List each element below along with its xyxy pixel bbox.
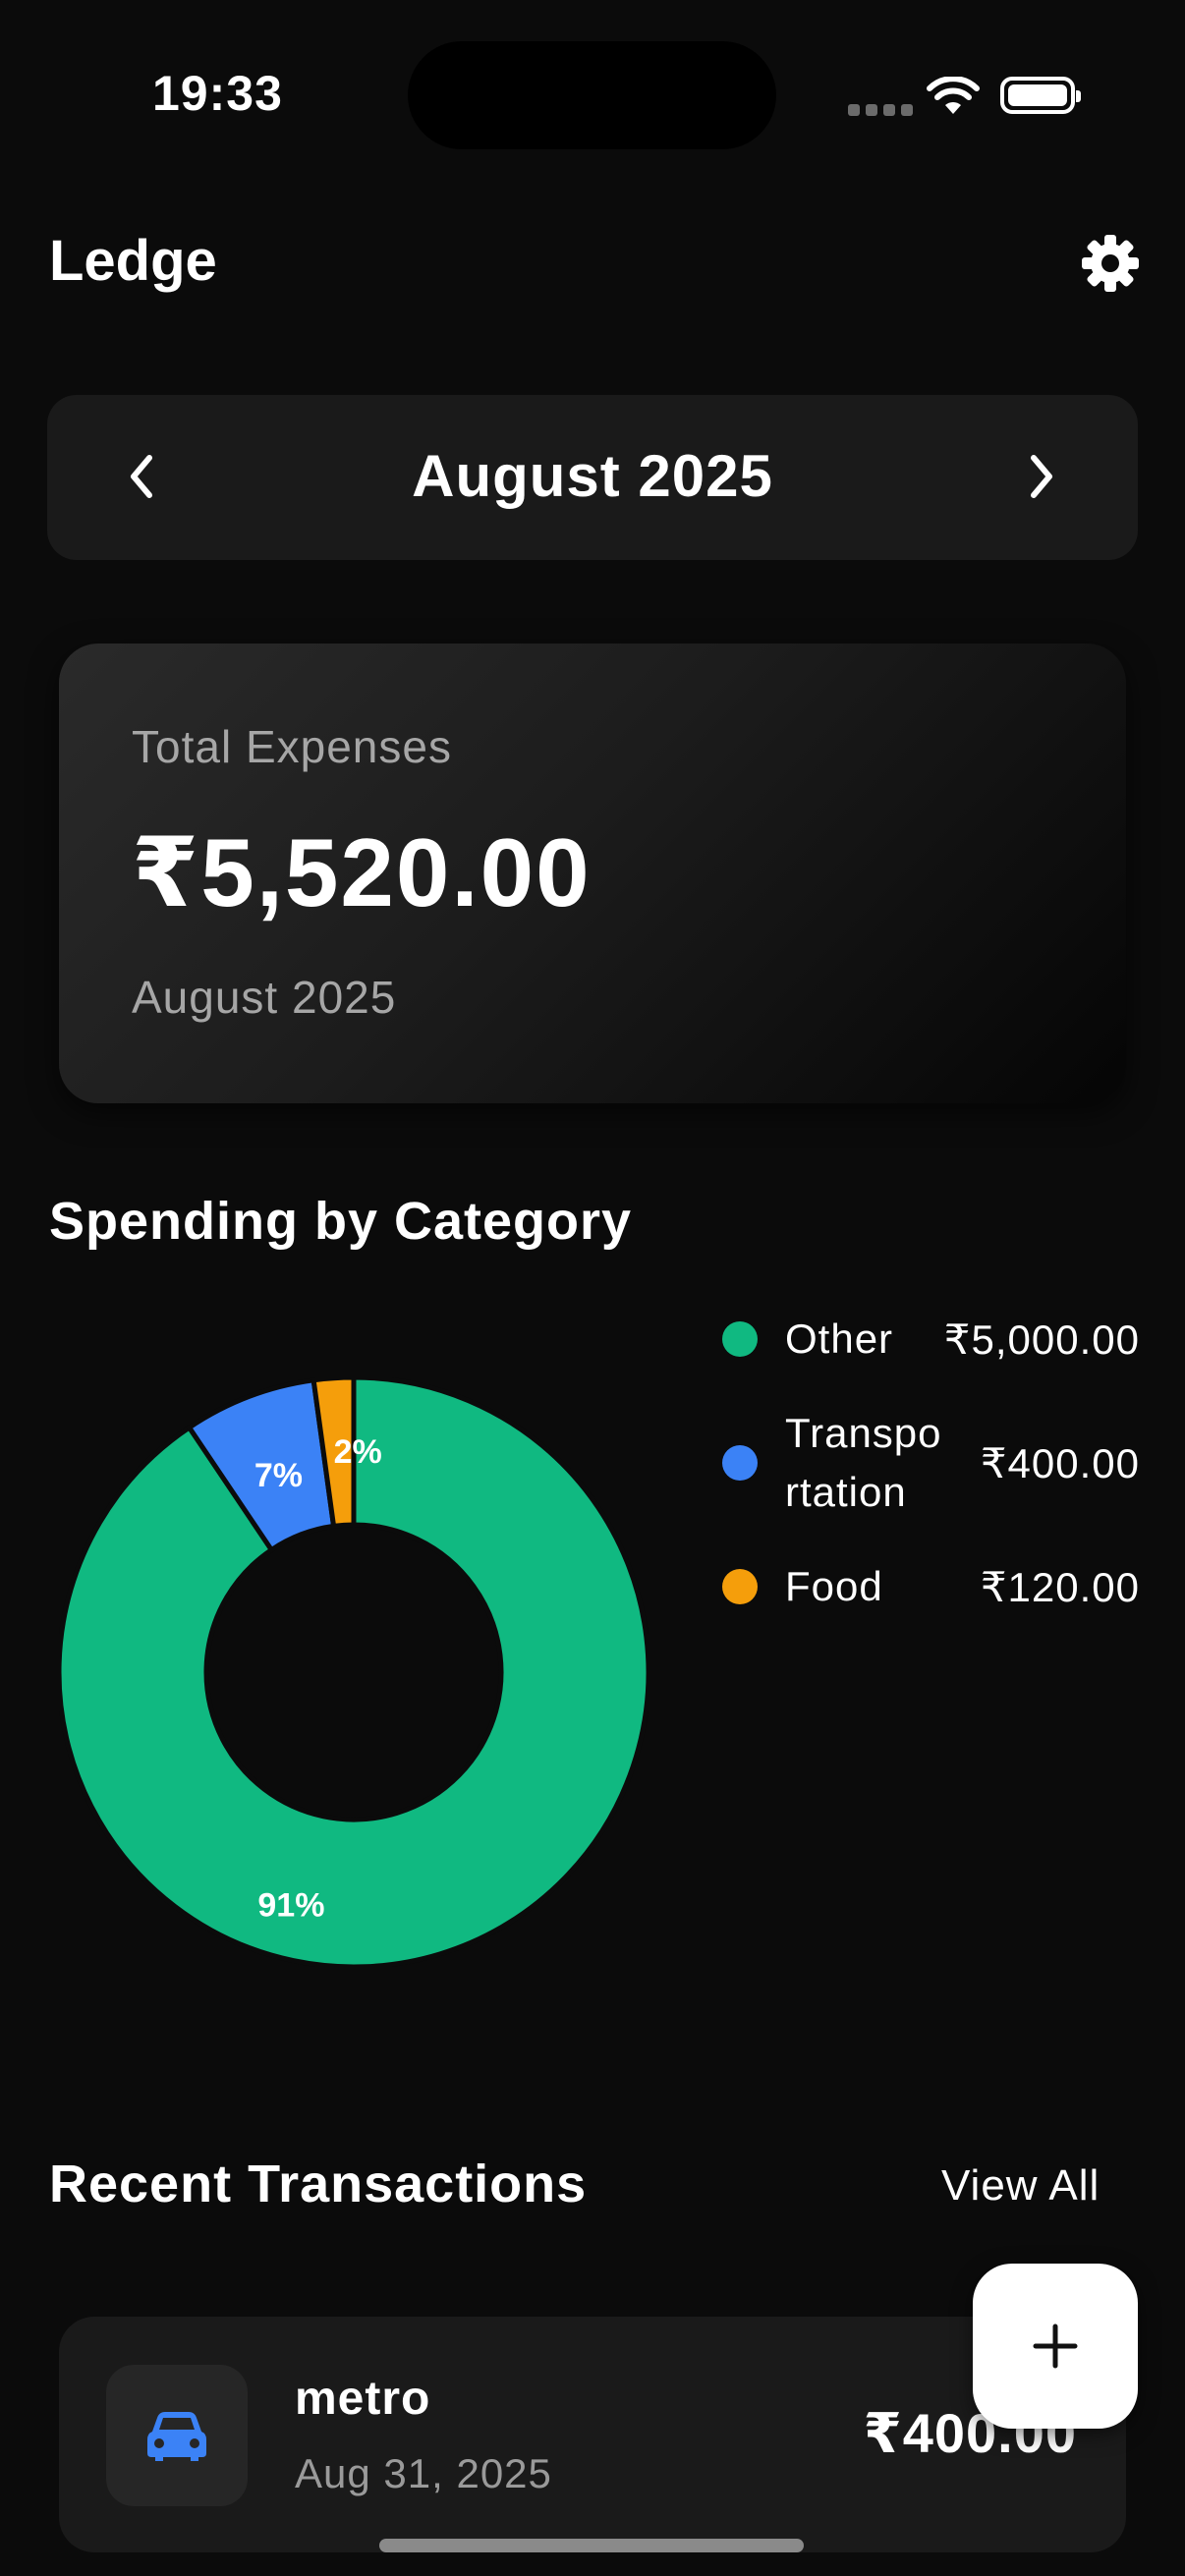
battery-icon <box>1000 77 1081 114</box>
legend-amount: ₹400.00 <box>980 1439 1140 1486</box>
category-legend: Other ₹5,000.00 Transpo rtation ₹400.00 … <box>722 1305 1140 1621</box>
donut-label-food: 2% <box>334 1433 382 1471</box>
legend-name: Transpo rtation <box>785 1410 942 1515</box>
legend-amount: ₹5,000.00 <box>943 1316 1140 1363</box>
add-transaction-button[interactable] <box>973 2264 1138 2429</box>
chevron-right-icon[interactable] <box>1028 452 1057 501</box>
home-indicator <box>379 2539 804 2552</box>
gear-icon[interactable] <box>1081 234 1140 293</box>
view-all-link[interactable]: View All <box>941 2161 1100 2211</box>
legend-item-transportation: Transpo rtation ₹400.00 <box>722 1409 1140 1517</box>
total-expenses-label: Total Expenses <box>132 721 452 772</box>
legend-dot <box>722 1569 758 1604</box>
transaction-date: Aug 31, 2025 <box>295 2450 552 2496</box>
legend-amount: ₹120.00 <box>980 1563 1140 1610</box>
wifi-icon <box>927 77 980 114</box>
category-donut-chart: 91% 7% 2% <box>59 1377 649 1967</box>
legend-dot <box>722 1445 758 1481</box>
legend-item-food: Food ₹120.00 <box>722 1552 1140 1621</box>
transaction-icon-box <box>106 2365 248 2506</box>
car-icon <box>147 2412 206 2461</box>
app-title: Ledge <box>49 229 217 293</box>
legend-name: Other <box>785 1316 894 1362</box>
chevron-left-icon[interactable] <box>126 452 155 501</box>
status-time: 19:33 <box>152 66 283 121</box>
legend-name: Food <box>785 1563 883 1609</box>
donut-label-other: 91% <box>257 1887 324 1925</box>
recent-transactions-title: Recent Transactions <box>49 2155 588 2213</box>
transaction-name: metro <box>295 2373 431 2425</box>
total-expenses-amount: ₹5,520.00 <box>132 818 592 926</box>
plus-icon <box>1033 2324 1078 2369</box>
dynamic-island <box>408 41 776 149</box>
month-label: August 2025 <box>412 443 773 509</box>
cellular-signal-icon <box>848 104 913 116</box>
spending-section-title: Spending by Category <box>49 1192 633 1251</box>
legend-item-other: Other ₹5,000.00 <box>722 1305 1140 1373</box>
legend-dot <box>722 1321 758 1357</box>
total-expenses-period: August 2025 <box>132 972 397 1023</box>
donut-label-transportation: 7% <box>254 1457 303 1494</box>
